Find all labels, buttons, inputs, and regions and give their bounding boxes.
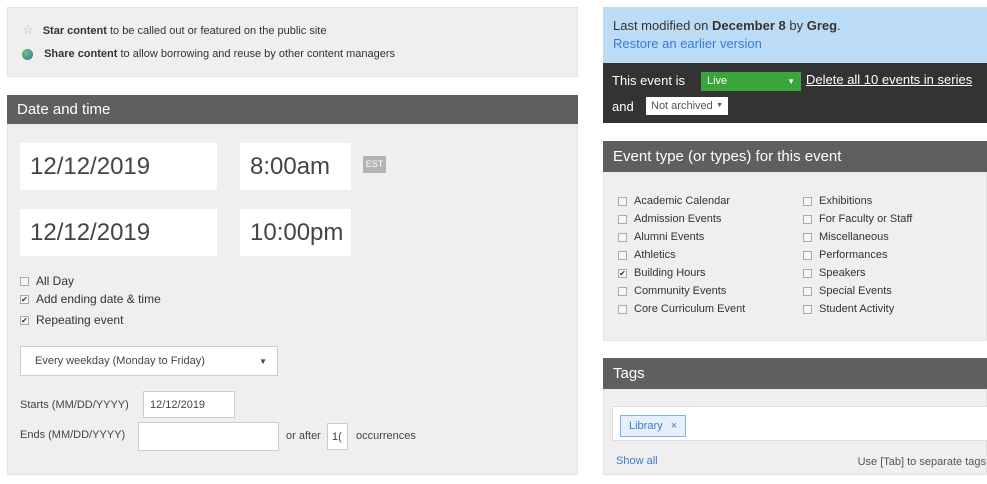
- tag-remove-icon[interactable]: ×: [671, 420, 677, 432]
- event-type-checkbox[interactable]: [618, 304, 627, 314]
- event-type-option[interactable]: Performances: [803, 246, 912, 264]
- timezone-badge: EST: [363, 156, 386, 173]
- event-type-checkbox[interactable]: [618, 286, 627, 296]
- repeat-frequency-select[interactable]: Every weekday (Monday to Friday) ▼: [20, 346, 278, 376]
- event-type-checkbox[interactable]: ✔: [618, 268, 627, 278]
- event-type-panel: Academic Calendar Admission Events Alumni …: [603, 172, 987, 341]
- event-type-label: Community Events: [634, 285, 727, 297]
- tags-panel: Library × Show all Use [Tab] to separate…: [603, 389, 987, 475]
- star-content-label: Star content: [42, 25, 107, 37]
- delete-all-link[interactable]: Delete all 10 events in series: [806, 72, 972, 87]
- add-ending-checkbox[interactable]: ✔: [20, 295, 29, 305]
- event-type-checkbox[interactable]: [618, 250, 627, 260]
- tag-chip[interactable]: Library ×: [620, 415, 687, 437]
- modified-banner: Last modified on December 8 by Greg. Res…: [603, 7, 987, 63]
- all-day-option[interactable]: All Day: [20, 274, 74, 288]
- start-date-field[interactable]: 12/12/2019: [20, 143, 217, 190]
- event-type-label: Performances: [819, 249, 888, 261]
- event-type-option[interactable]: Exhibitions: [803, 192, 912, 210]
- event-type-checkbox[interactable]: [803, 214, 812, 224]
- tags-header: Tags: [603, 358, 987, 389]
- event-type-checkbox[interactable]: [618, 214, 627, 224]
- status-bar: This event is Live ▼ Delete all 10 event…: [603, 63, 987, 123]
- event-type-label: Exhibitions: [819, 195, 873, 207]
- event-type-header: Event type (or types) for this event: [603, 141, 987, 172]
- repeating-checkbox[interactable]: ✔: [20, 316, 29, 326]
- event-type-label: Alumni Events: [634, 231, 705, 243]
- event-type-option[interactable]: Community Events: [618, 282, 745, 300]
- event-type-checkbox[interactable]: [803, 232, 812, 242]
- event-type-option[interactable]: Miscellaneous: [803, 228, 912, 246]
- promo-box: ☆ Star content to be called out or featu…: [7, 7, 578, 77]
- caret-down-icon: ▼: [259, 356, 267, 366]
- event-type-checkbox[interactable]: [803, 196, 812, 206]
- tags-hint: Use [Tab] to separate tags: [857, 456, 986, 468]
- starts-label: Starts (MM/DD/YYYY): [20, 399, 129, 411]
- event-type-label: Admission Events: [634, 213, 722, 225]
- event-type-option[interactable]: For Faculty or Staff: [803, 210, 912, 228]
- event-type-label: Student Activity: [819, 303, 895, 315]
- event-type-option[interactable]: Student Activity: [803, 300, 912, 318]
- event-type-option[interactable]: Academic Calendar: [618, 192, 745, 210]
- date-time-panel: 12/12/2019 8:00am EST 12/12/2019 10:00pm…: [7, 124, 578, 475]
- occurrences-input[interactable]: 1(: [327, 423, 348, 450]
- event-type-option[interactable]: Core Curriculum Event: [618, 300, 745, 318]
- globe-icon[interactable]: [22, 48, 33, 60]
- tags-input[interactable]: Library ×: [612, 406, 987, 441]
- event-type-column-2: Exhibitions For Faculty or Staff Miscellan…: [803, 192, 912, 318]
- event-type-option[interactable]: Speakers: [803, 264, 912, 282]
- event-type-label: For Faculty or Staff: [819, 213, 913, 225]
- ends-label: Ends (MM/DD/YYYY): [20, 429, 126, 441]
- event-type-checkbox[interactable]: [803, 304, 812, 314]
- event-type-checkbox[interactable]: [803, 286, 812, 296]
- event-type-label: Miscellaneous: [819, 231, 889, 243]
- start-time-field[interactable]: 8:00am: [240, 143, 351, 190]
- event-type-option[interactable]: Admission Events: [618, 210, 745, 228]
- event-type-checkbox[interactable]: [618, 196, 627, 206]
- end-time-field[interactable]: 10:00pm: [240, 209, 351, 256]
- all-day-checkbox[interactable]: [20, 277, 29, 287]
- event-type-checkbox[interactable]: [803, 268, 812, 278]
- event-type-label: Athletics: [634, 249, 676, 261]
- event-type-label: Speakers: [819, 267, 866, 279]
- caret-down-icon: ▼: [716, 102, 723, 109]
- archived-select[interactable]: Not archived ▼: [646, 97, 728, 115]
- event-type-label: Special Events: [819, 285, 892, 297]
- event-is-label: This event is: [612, 73, 685, 88]
- starts-date-input[interactable]: 12/12/2019: [143, 391, 235, 418]
- event-type-option[interactable]: Athletics: [618, 246, 745, 264]
- add-ending-option[interactable]: ✔ Add ending date & time: [20, 292, 161, 306]
- event-type-option[interactable]: ✔ Building Hours: [618, 264, 745, 282]
- share-content-label: Share content: [44, 48, 118, 60]
- event-type-label: Academic Calendar: [634, 195, 730, 207]
- star-icon[interactable]: ☆: [22, 22, 34, 37]
- event-type-option[interactable]: Special Events: [803, 282, 912, 300]
- event-type-column-1: Academic Calendar Admission Events Alumni …: [618, 192, 745, 318]
- ends-date-input[interactable]: [138, 422, 279, 451]
- end-date-field[interactable]: 12/12/2019: [20, 209, 217, 256]
- event-type-label: Building Hours: [634, 267, 706, 279]
- event-type-label: Core Curriculum Event: [634, 303, 746, 315]
- restore-link[interactable]: Restore an earlier version: [613, 36, 987, 51]
- event-type-checkbox[interactable]: [803, 250, 812, 260]
- modified-text: Last modified on December 8 by Greg.: [613, 18, 841, 33]
- or-after-label: or after: [286, 430, 321, 442]
- date-time-header: Date and time: [7, 95, 578, 124]
- occurrences-label: occurrences: [356, 430, 416, 442]
- repeating-option[interactable]: ✔ Repeating event: [20, 313, 123, 327]
- event-type-checkbox[interactable]: [618, 232, 627, 242]
- and-label: and: [612, 99, 634, 114]
- show-all-link[interactable]: Show all: [616, 455, 658, 467]
- tag-chip-label: Library: [629, 420, 663, 432]
- caret-down-icon: ▼: [787, 77, 795, 86]
- event-type-option[interactable]: Alumni Events: [618, 228, 745, 246]
- live-status-select[interactable]: Live ▼: [701, 72, 801, 91]
- share-row: Share content to allow borrowing and reu…: [22, 48, 395, 60]
- star-row: ☆ Star content to be called out or featu…: [22, 22, 327, 37]
